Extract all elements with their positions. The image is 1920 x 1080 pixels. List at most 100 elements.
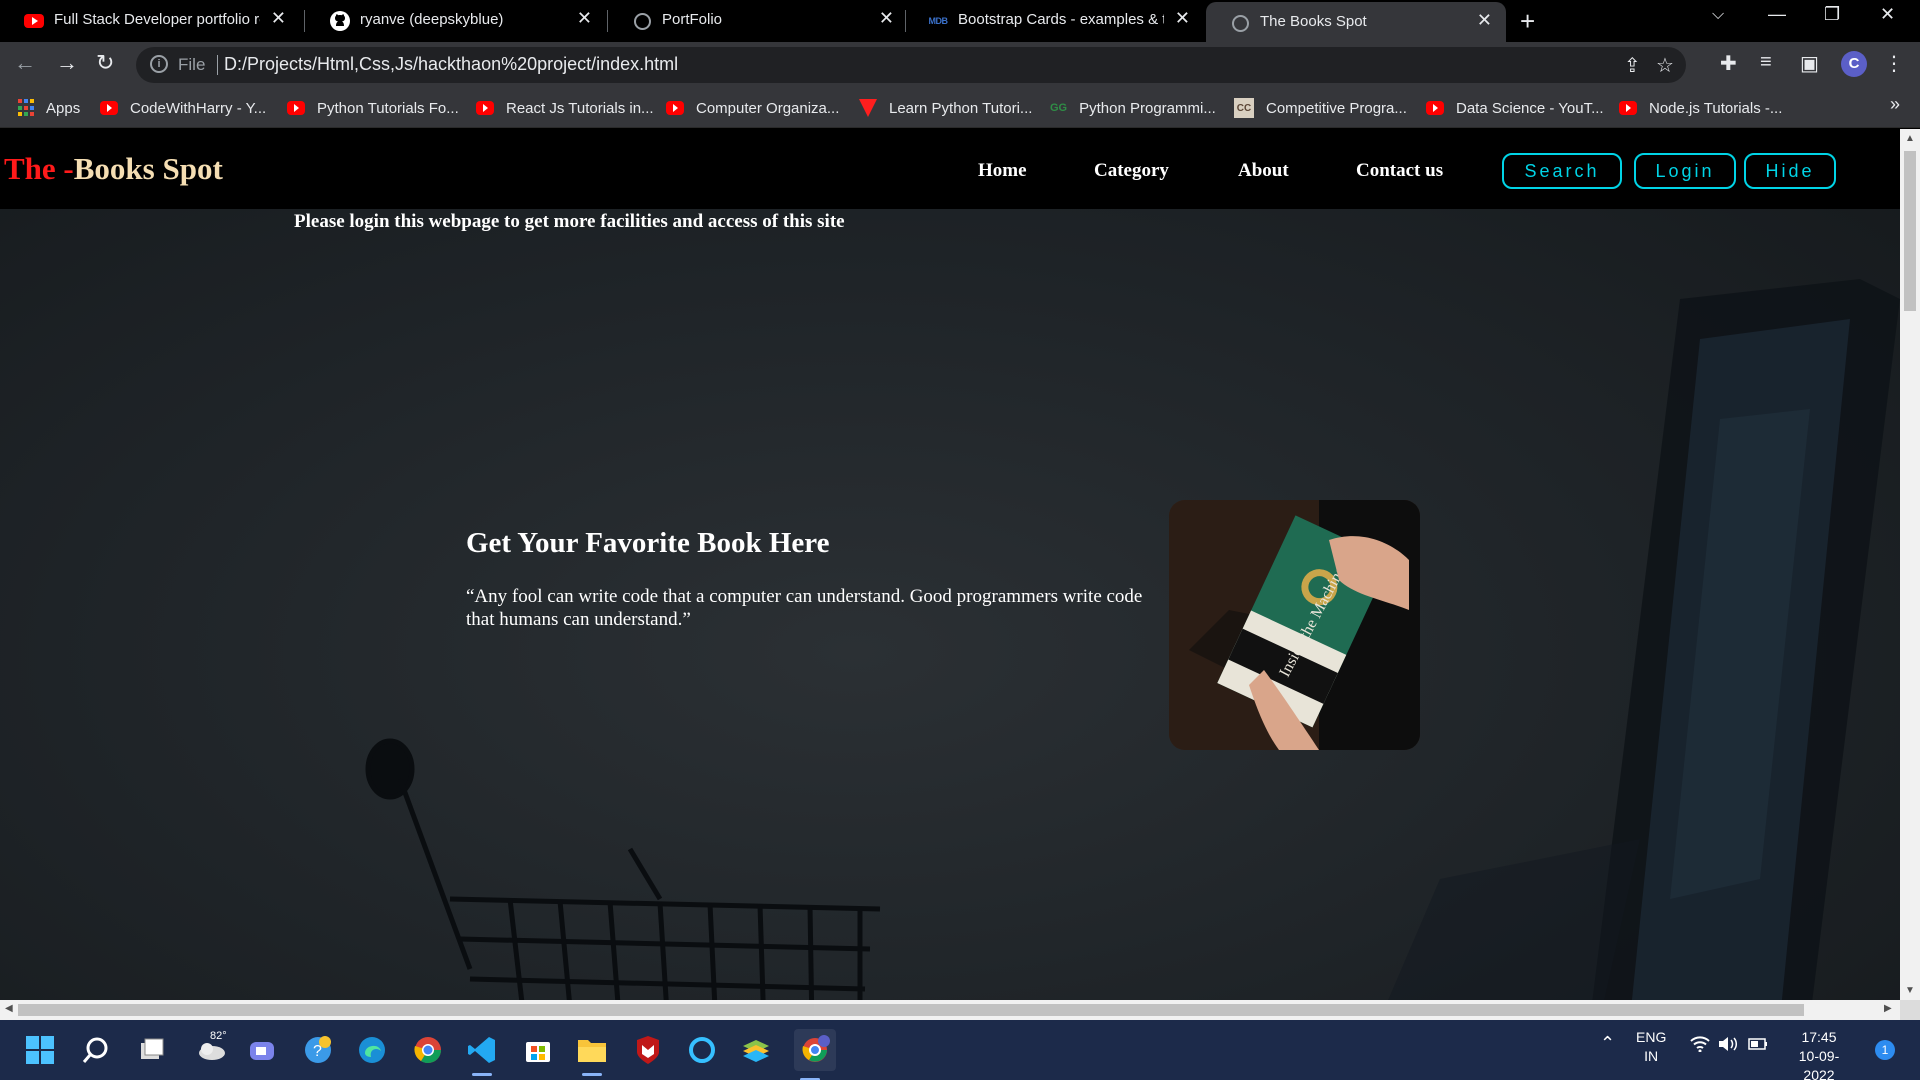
bookmark-item[interactable]: Node.js Tutorials -... [1619,96,1782,120]
close-icon[interactable]: ✕ [577,8,592,29]
nav-home-link[interactable]: Home [978,160,1027,182]
page-viewport: The -Books Spot Home Category About Cont… [0,129,1900,1000]
wifi-icon[interactable] [1690,1036,1710,1057]
tab-5-active[interactable]: The Books Spot ✕ [1206,2,1506,42]
battery-icon[interactable] [1748,1036,1768,1057]
bluestacks-icon[interactable] [740,1034,772,1066]
side-panel-icon[interactable]: ▣ [1800,51,1819,76]
close-window-button[interactable]: ✕ [1880,4,1895,25]
mdb-icon: MDB [928,16,949,26]
bookmark-item[interactable]: CC Competitive Progra... [1234,96,1407,120]
media-icon[interactable]: ≡ [1760,51,1772,74]
apps-grid-icon [18,99,36,117]
notification-badge[interactable]: 1 [1875,1040,1895,1060]
scroll-right-icon[interactable]: ▶ [1884,1003,1892,1014]
tab-search-icon[interactable]: ⌵ [1712,6,1724,24]
scroll-down-icon[interactable]: ▼ [1905,985,1915,996]
background-laptop-image [1388,279,1900,1000]
bookmarks-bar: Apps CodeWithHarry - Y... Python Tutoria… [0,88,1920,128]
reload-button[interactable]: ↻ [96,50,114,76]
tab-title: PortFolio [662,11,723,28]
file-explorer-icon[interactable] [576,1034,608,1076]
bookmark-item[interactable]: Python Tutorials Fo... [287,96,459,120]
forward-button[interactable]: → [56,50,78,76]
scroll-left-icon[interactable]: ◀ [5,1003,13,1014]
nav-about-link[interactable]: About [1238,160,1289,182]
chrome-icon[interactable] [412,1034,444,1066]
tab-strip: Full Stack Developer portfolio rev ✕ rya… [0,0,1920,42]
clock[interactable]: 17:45 10-09-2022 [1784,1028,1854,1080]
scrollbar-thumb[interactable] [1904,151,1916,311]
bookmark-apps[interactable]: Apps [18,96,80,120]
scroll-up-icon[interactable]: ▲ [1905,133,1915,144]
login-button[interactable]: Login [1634,153,1736,189]
bookmark-item[interactable]: Learn Python Tutori... [859,96,1032,120]
globe-icon [1230,14,1250,32]
bookmark-item[interactable]: Computer Organiza... [666,96,839,120]
tab-1[interactable]: Full Stack Developer portfolio rev ✕ [0,0,300,42]
site-logo[interactable]: The -Books Spot [4,151,223,187]
store-icon[interactable] [522,1034,554,1066]
share-icon[interactable]: ⇪ [1624,53,1641,78]
address-bar[interactable]: i File D:/Projects/Html,Css,Js/hackthaon… [136,47,1686,83]
clock-date: 10-09-2022 [1798,1048,1840,1080]
horizontal-scrollbar[interactable]: ◀ ▶ [0,1000,1900,1020]
teams-chat-icon[interactable] [246,1034,278,1066]
language-indicator[interactable]: ENG IN [1636,1028,1666,1066]
mcafee-icon[interactable] [632,1034,664,1066]
nav-category-link[interactable]: Category [1094,160,1169,182]
close-icon[interactable]: ✕ [271,8,286,29]
minimize-button[interactable]: — [1768,4,1786,25]
scrollbar-thumb[interactable] [18,1004,1804,1016]
hide-button[interactable]: Hide [1744,153,1836,189]
youtube-icon [100,101,118,115]
youtube-icon [1426,101,1444,115]
volume-icon[interactable] [1718,1036,1738,1057]
extensions-icon[interactable]: ✚ [1720,51,1737,76]
bookmark-item[interactable]: React Js Tutorials in... [476,96,654,120]
login-notice: Please login this webpage to get more fa… [294,211,845,232]
book-image: Inside the Machine [1169,500,1420,750]
info-icon[interactable]: i [150,55,168,73]
tab-title: Full Stack Developer portfolio rev [54,11,260,28]
red-triangle-icon [859,99,877,117]
bookmark-item[interactable]: Data Science - YouT... [1426,96,1604,120]
youtube-icon [287,101,305,115]
start-button[interactable] [24,1034,56,1066]
tab-4[interactable]: MDB Bootstrap Cards - examples & tu ✕ [904,0,1204,42]
bookmarks-overflow-button[interactable]: » [1890,94,1900,115]
vertical-scrollbar[interactable]: ▲ ▼ [1900,129,1920,1000]
search-icon[interactable] [80,1034,112,1066]
clock-time: 17:45 [1801,1029,1837,1045]
new-tab-button[interactable]: + [1520,6,1535,37]
task-view-icon[interactable] [136,1034,168,1066]
tab-3[interactable]: PortFolio ✕ [608,0,908,42]
vscode-icon[interactable] [466,1034,498,1076]
edge-browser-icon[interactable] [356,1034,388,1066]
menu-icon[interactable]: ⋮ [1884,51,1904,76]
back-button[interactable]: ← [14,50,36,76]
profile-avatar[interactable]: C [1841,51,1867,77]
url-text[interactable]: D:/Projects/Html,Css,Js/hackthaon%20proj… [224,54,678,75]
restore-button[interactable]: ❐ [1824,4,1840,25]
help-app-icon[interactable]: ? [302,1034,334,1066]
svg-text:?: ? [313,1043,322,1060]
weather-widget[interactable]: 82° [192,1030,232,1066]
site-navbar: The -Books Spot Home Category About Cont… [0,129,1900,209]
tray-overflow-icon[interactable]: ⌃ [1600,1034,1615,1053]
tab-title: The Books Spot [1260,13,1367,30]
tab-2[interactable]: ryanve (deepskyblue) ✕ [306,0,606,42]
close-icon[interactable]: ✕ [1175,8,1190,29]
github-icon [330,11,350,31]
close-icon[interactable]: ✕ [879,8,894,29]
bookmark-star-icon[interactable]: ☆ [1656,53,1674,78]
bookmark-item[interactable]: GG Python Programmi... [1050,96,1216,120]
nav-contact-link[interactable]: Contact us [1356,160,1443,182]
background-cart-image [365,738,881,1000]
bookmark-item[interactable]: CodeWithHarry - Y... [100,96,266,120]
close-icon[interactable]: ✕ [1477,10,1492,31]
search-button[interactable]: Search [1502,153,1622,189]
cortana-icon[interactable] [686,1034,718,1066]
youtube-icon [666,101,684,115]
chrome-profile-icon[interactable] [794,1029,836,1080]
